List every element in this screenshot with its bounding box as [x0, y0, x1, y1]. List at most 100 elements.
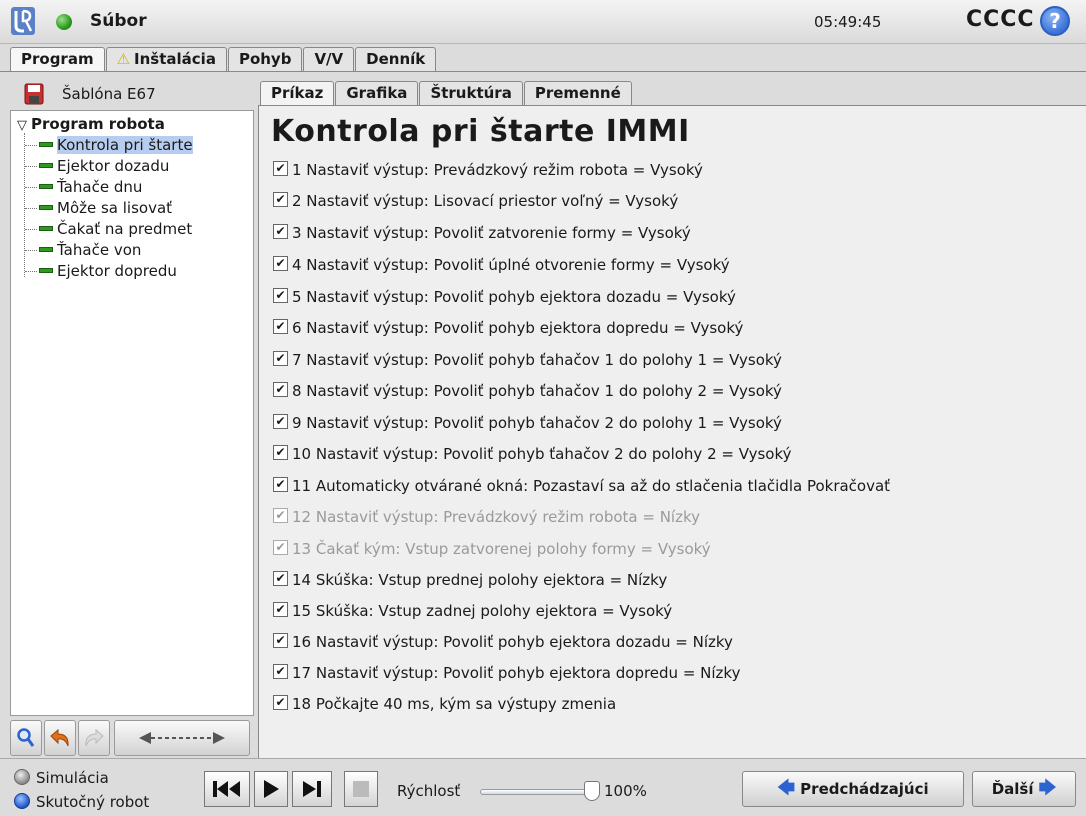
node-icon	[39, 205, 53, 210]
command-row[interactable]: ✔ 4 Nastaviť výstup: Povoliť úplné otvore…	[273, 254, 730, 276]
scroll-horizontal-button[interactable]	[114, 720, 250, 756]
double-arrow-icon	[139, 732, 225, 744]
tree-item[interactable]: Čakať na predmet	[25, 219, 192, 240]
next-label: Ďalší	[991, 780, 1034, 798]
sub-tabs: Príkaz Grafika Štruktúra Premenné	[260, 81, 633, 106]
command-row[interactable]: ✔ 1 Nastaviť výstup: Prevádzkový režim ro…	[273, 159, 703, 181]
save-icon[interactable]	[24, 83, 44, 105]
tab-variables[interactable]: Premenné	[523, 81, 632, 105]
checkbox[interactable]: ✔	[273, 224, 288, 239]
tree-item-label: Kontrola pri štarte	[57, 136, 193, 154]
command-row[interactable]: ✔ 5 Nastaviť výstup: Povoliť pohyb ejekto…	[273, 286, 736, 308]
play-button[interactable]	[254, 771, 288, 807]
tree-item-label: Ťahače dnu	[57, 178, 143, 196]
checkbox[interactable]: ✔	[273, 602, 288, 617]
command-text: 15 Skúška: Vstup zadnej polohy ejektora …	[292, 602, 673, 620]
tab-graphics[interactable]: Grafika	[335, 81, 419, 105]
checkbox[interactable]: ✔	[273, 571, 288, 586]
tree-root[interactable]: ▽ Program robota	[17, 115, 165, 133]
checkbox[interactable]: ✔	[273, 256, 288, 271]
node-icon	[39, 268, 53, 273]
command-row[interactable]: ✔ 11 Automaticky otvárané okná: Pozastaví…	[273, 475, 890, 497]
command-row[interactable]: ✔ 13 Čakať kým: Vstup zatvorenej polohy f…	[273, 538, 711, 560]
tree-item[interactable]: Ťahače von	[25, 240, 141, 261]
command-text: 10 Nastaviť výstup: Povoliť pohyb ťahačo…	[292, 445, 792, 463]
speed-slider[interactable]	[480, 789, 590, 795]
tree-item-label: Môže sa lisovať	[57, 199, 173, 217]
redo-icon	[85, 728, 104, 747]
checkbox[interactable]: ✔	[273, 288, 288, 303]
main-tabs: Program ⚠ Inštalácia Pohyb V/V Denník	[10, 47, 437, 72]
rewind-button[interactable]	[204, 771, 250, 807]
search-button[interactable]	[10, 720, 42, 756]
tree-item[interactable]: Ťahače dnu	[25, 177, 142, 198]
tab-installation[interactable]: ⚠ Inštalácia	[105, 47, 227, 71]
tree-item[interactable]: Ejektor dopredu	[25, 261, 177, 282]
help-icon[interactable]: ?	[1040, 6, 1070, 36]
tree-item[interactable]: Kontrola pri štarte	[25, 135, 193, 156]
stop-button[interactable]	[344, 771, 378, 807]
speed-slider-handle[interactable]	[584, 781, 600, 801]
status-ok-icon	[56, 14, 72, 30]
command-text: 12 Nastaviť výstup: Prevádzkový režim ro…	[292, 508, 700, 526]
command-row[interactable]: ✔ 3 Nastaviť výstup: Povoliť zatvorenie f…	[273, 222, 691, 244]
stop-icon	[353, 781, 369, 797]
command-row[interactable]: ✔ 6 Nastaviť výstup: Povoliť pohyb ejekto…	[273, 317, 743, 339]
checkbox[interactable]: ✔	[273, 351, 288, 366]
checkbox[interactable]: ✔	[273, 445, 288, 460]
tab-log[interactable]: Denník	[355, 47, 437, 71]
checkbox[interactable]: ✔	[273, 664, 288, 679]
next-button[interactable]: Ďalší 🡆	[972, 771, 1076, 807]
command-row[interactable]: ✔ 8 Nastaviť výstup: Povoliť pohyb ťahačo…	[273, 380, 782, 402]
checkbox[interactable]: ✔	[273, 319, 288, 334]
tab-io[interactable]: V/V	[303, 47, 355, 71]
command-row[interactable]: ✔ 15 Skúška: Vstup zadnej polohy ejektora…	[273, 600, 672, 622]
command-row[interactable]: ✔ 14 Skúška: Vstup prednej polohy ejektor…	[273, 569, 667, 591]
checkbox[interactable]: ✔	[273, 161, 288, 176]
tree-item-label: Ťahače von	[57, 241, 142, 259]
command-row[interactable]: ✔ 12 Nastaviť výstup: Prevádzkový režim r…	[273, 506, 700, 528]
tab-move[interactable]: Pohyb	[227, 47, 303, 71]
tab-structure[interactable]: Štruktúra	[419, 81, 523, 105]
checkbox[interactable]: ✔	[273, 192, 288, 207]
previous-label: Predchádzajúci	[800, 780, 929, 798]
command-text: 8 Nastaviť výstup: Povoliť pohyb ťahačov…	[292, 382, 782, 400]
command-row[interactable]: ✔ 7 Nastaviť výstup: Povoliť pohyb ťahačo…	[273, 349, 782, 371]
program-tree[interactable]: ▽ Program robota Kontrola pri štarte Ejek…	[10, 110, 254, 716]
undo-button[interactable]	[44, 720, 76, 756]
collapse-triangle-icon[interactable]: ▽	[17, 118, 27, 133]
checkbox[interactable]: ✔	[273, 695, 288, 710]
tab-program[interactable]: Program	[10, 47, 105, 72]
tree-item[interactable]: Môže sa lisovať	[25, 198, 172, 219]
command-text: 7 Nastaviť výstup: Povoliť pohyb ťahačov…	[292, 351, 782, 369]
tab-label: Príkaz	[271, 84, 324, 102]
checkbox[interactable]: ✔	[273, 508, 288, 523]
checkbox[interactable]: ✔	[273, 540, 288, 555]
tab-label: Inštalácia	[134, 50, 216, 68]
radio-button[interactable]	[14, 768, 30, 785]
step-button[interactable]	[292, 771, 332, 807]
command-text: 18 Počkajte 40 ms, kým sa výstupy zmenia	[292, 695, 617, 713]
command-row[interactable]: ✔ 16 Nastaviť výstup: Povoliť pohyb ejekt…	[273, 631, 733, 653]
tab-command[interactable]: Príkaz	[260, 81, 335, 106]
ur-logo-icon	[11, 7, 35, 35]
mode-simulation[interactable]: Simulácia	[14, 768, 109, 787]
command-row[interactable]: ✔ 9 Nastaviť výstup: Povoliť pohyb ťahačo…	[273, 412, 782, 434]
tab-label: Grafika	[346, 84, 408, 102]
command-row[interactable]: ✔ 10 Nastaviť výstup: Povoliť pohyb ťahač…	[273, 443, 791, 465]
tree-item[interactable]: Ejektor dozadu	[25, 156, 169, 177]
undo-icon	[50, 728, 69, 747]
checkbox[interactable]: ✔	[273, 414, 288, 429]
checkbox[interactable]: ✔	[273, 382, 288, 397]
bottom-bar: Simulácia Skutočný robot Rýchlosť 100% 🡄…	[0, 758, 1086, 816]
checkbox[interactable]: ✔	[273, 477, 288, 492]
file-menu[interactable]: Súbor	[90, 11, 147, 31]
previous-button[interactable]: 🡄 Predchádzajúci	[742, 771, 964, 807]
radio-button[interactable]	[14, 792, 30, 809]
mode-real-robot[interactable]: Skutočný robot	[14, 792, 149, 811]
checkbox[interactable]: ✔	[273, 633, 288, 648]
command-row[interactable]: ✔ 2 Nastaviť výstup: Lisovací priestor vo…	[273, 190, 678, 212]
redo-button[interactable]	[78, 720, 110, 756]
command-row[interactable]: ✔ 18 Počkajte 40 ms, kým sa výstupy zmeni…	[273, 693, 616, 715]
command-row[interactable]: ✔ 17 Nastaviť výstup: Povoliť pohyb ejekt…	[273, 662, 740, 684]
